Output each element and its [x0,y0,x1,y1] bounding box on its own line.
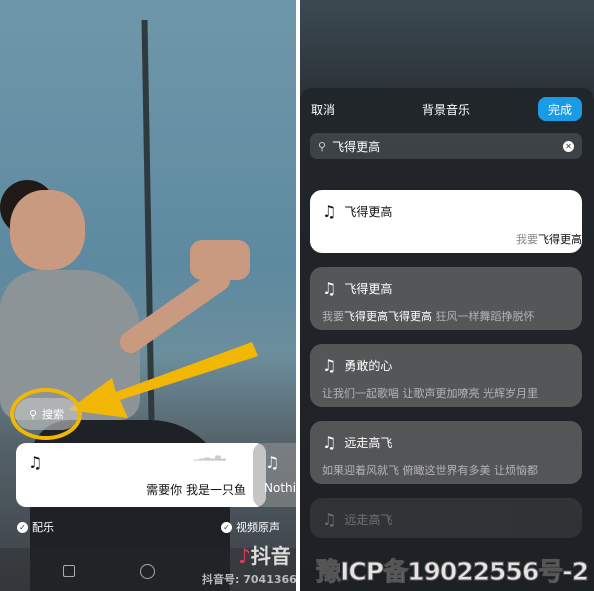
search-icon: ⚲ [318,139,327,153]
music-note-icon: ♫ [322,433,337,452]
search-input[interactable]: ⚲ 飞得更高 ✕ [310,133,582,159]
watermark: 豫ICP备19022556号-2 [316,557,590,587]
result-item[interactable]: ♫ 飞得更高 我要飞得更高飞得更高 狂风一样舞蹈挣脱怀 [310,267,582,330]
search-button[interactable]: ⚲ 搜索 [15,398,78,430]
douyin-logo: ♪抖音 [238,544,291,568]
home-button[interactable] [140,564,155,579]
music-note-icon: ♫ [322,356,337,375]
search-icon: ⚲ [28,407,38,421]
result-item[interactable]: ♫ 飞得更高 我要飞得更高 [310,190,582,253]
music-note-icon: ♫ [265,453,280,472]
music-card-next[interactable]: ♫ Nothin [253,443,296,507]
music-note-icon: ♫ [322,202,337,221]
music-note-icon: ♫ [322,510,337,529]
music-note-icon: ♫ [322,279,337,298]
done-button[interactable]: 完成 [538,97,582,121]
result-item[interactable]: ♫ 远走高飞 [310,498,582,538]
recent-apps-button[interactable] [63,565,75,577]
cancel-button[interactable]: 取消 [311,101,335,118]
option-music[interactable]: ✓ 配乐 [17,519,54,535]
waveform-icon: ▁▂▃▂▅▂ [193,453,226,461]
check-icon: ✓ [221,521,232,533]
music-card-selected[interactable]: ♫ ▁▂▃▂▅▂ 需要你 我是一只鱼 [16,443,266,507]
clear-icon[interactable]: ✕ [563,140,574,152]
option-original-sound[interactable]: ✓ 视频原声 [221,519,280,535]
check-icon: ✓ [17,521,28,533]
video-editor-panel: ⚲ 搜索 ♫ ▁▂▃▂▅▂ 需要你 我是一只鱼 ♫ Nothin ✓配乐 ✓视频… [0,0,296,591]
account-id: 抖音号: 70413661 [202,573,296,586]
result-item[interactable]: ♫ 远走高飞 如果迎着风就飞 俯瞰这世界有多美 让烦恼都 [310,421,582,484]
sheet-title: 背景音乐 [422,103,471,117]
result-item[interactable]: ♫ 勇敢的心 让我们一起歌唱 让歌声更加嘹亮 光辉岁月里 [310,344,582,407]
music-note-icon: ♫ [28,453,43,472]
